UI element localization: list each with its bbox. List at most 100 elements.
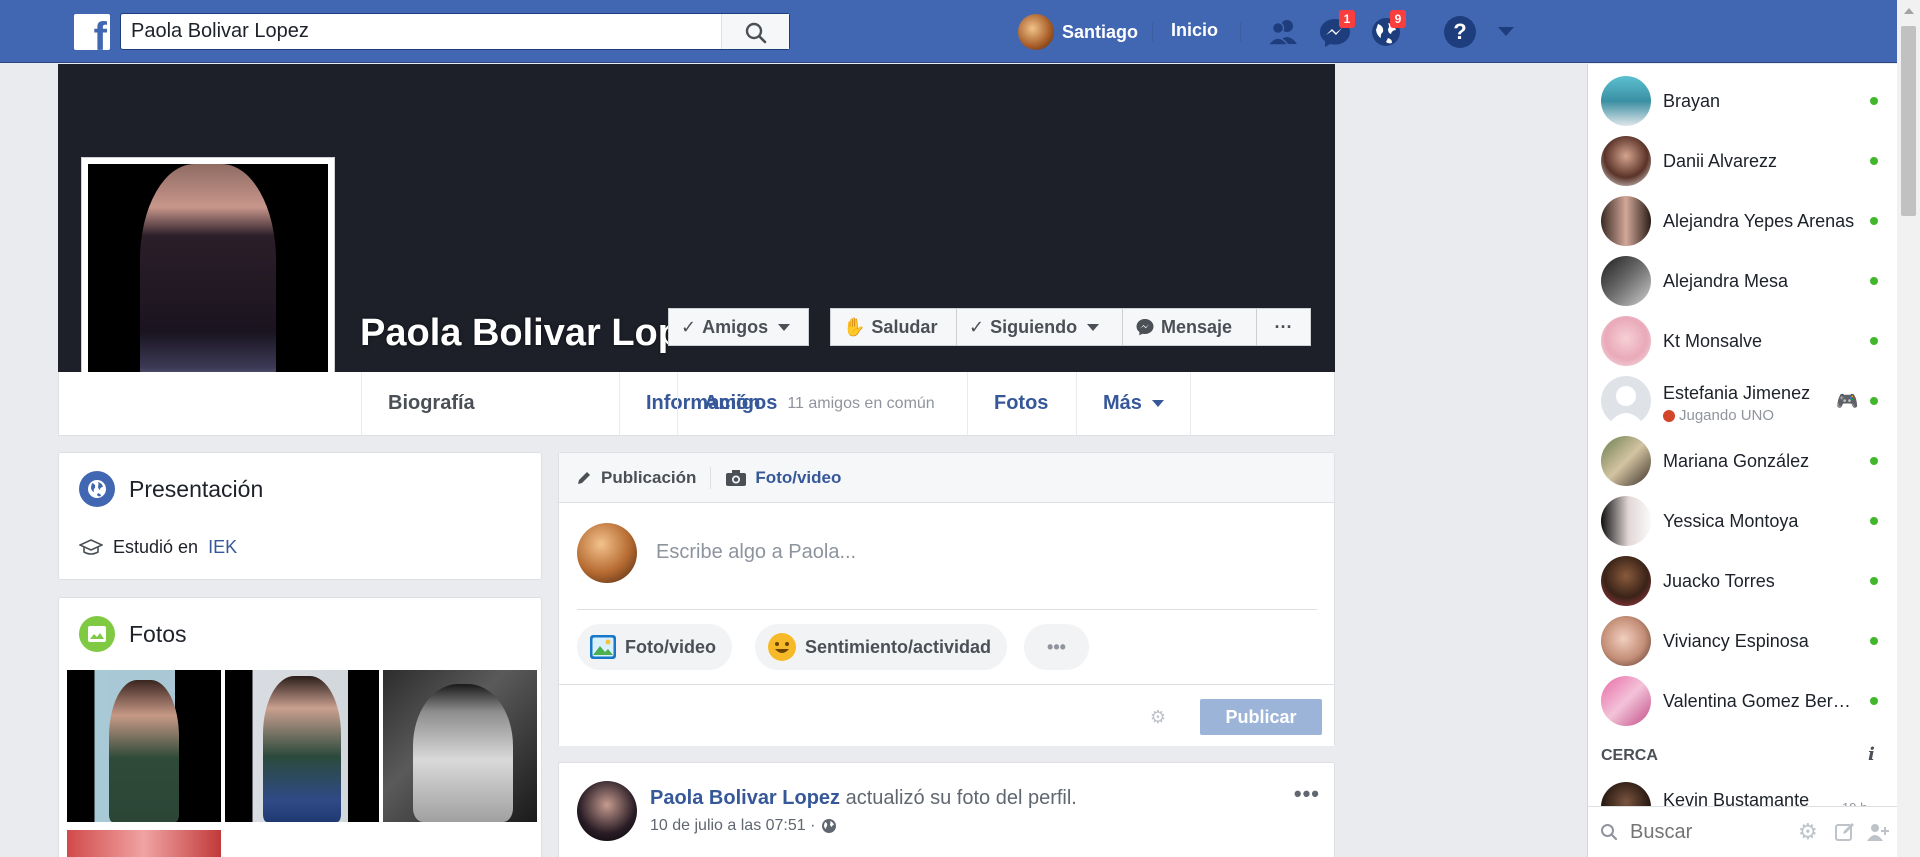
tab-biography[interactable]: Biografía bbox=[361, 372, 501, 435]
check-icon: ✓ bbox=[681, 316, 697, 337]
avatar bbox=[1601, 436, 1651, 486]
contact-status-text: Jugando UNO bbox=[1679, 407, 1775, 424]
search-button[interactable] bbox=[721, 14, 789, 49]
home-link[interactable]: Inicio bbox=[1171, 20, 1218, 41]
chevron-down-icon bbox=[1087, 323, 1100, 331]
smiley-icon bbox=[768, 633, 796, 661]
following-button-label: Siguiendo bbox=[990, 316, 1078, 337]
publish-button[interactable]: Publicar bbox=[1200, 699, 1322, 735]
scrollbar-thumb[interactable] bbox=[1901, 26, 1916, 216]
post-timestamp[interactable]: 10 de julio a las 07:51 · bbox=[650, 817, 815, 835]
feeling-activity-label: Sentimiento/actividad bbox=[805, 636, 992, 657]
composer-footer: ⚙ Publicar bbox=[559, 684, 1334, 746]
more-options-button[interactable]: ••• bbox=[1024, 624, 1089, 670]
photo-thumbnail[interactable] bbox=[383, 670, 537, 822]
notifications-badge: 9 bbox=[1390, 10, 1406, 28]
feeling-activity-button[interactable]: Sentimiento/actividad bbox=[755, 624, 1008, 670]
message-button-label: Mensaje bbox=[1161, 316, 1233, 337]
photo-thumbnail[interactable] bbox=[225, 670, 379, 822]
help-icon[interactable]: ? bbox=[1444, 16, 1476, 48]
more-options-button[interactable]: ··· bbox=[1256, 308, 1311, 346]
create-group-icon[interactable] bbox=[1866, 821, 1890, 843]
online-status-icon bbox=[1870, 517, 1878, 525]
chat-contact[interactable]: Danii Alvarezz bbox=[1588, 131, 1898, 191]
facebook-logo-icon[interactable]: f bbox=[74, 14, 110, 50]
composer-input[interactable]: Escribe algo a Paola... bbox=[656, 541, 856, 564]
search-box bbox=[120, 13, 790, 50]
gamepad-icon: 🎮 bbox=[1836, 390, 1859, 411]
notifications-globe-icon[interactable]: 9 bbox=[1368, 10, 1406, 50]
contact-name: Brayan bbox=[1663, 90, 1721, 111]
chevron-down-icon bbox=[778, 323, 791, 331]
wave-button-label: Saludar bbox=[871, 316, 938, 337]
compose-icon[interactable] bbox=[1834, 821, 1856, 843]
composer-tab-photo-label: Foto/video bbox=[755, 467, 842, 487]
chat-contact[interactable]: Estefania Jimenez Jugando UNO 🎮 bbox=[1588, 371, 1898, 431]
chat-contact[interactable]: Viviancy Espinosa bbox=[1588, 611, 1898, 671]
composer-tabs: Publicación Foto/video bbox=[559, 453, 1334, 503]
composer-tab-post[interactable]: Publicación bbox=[575, 468, 696, 488]
public-globe-icon bbox=[822, 819, 837, 833]
tab-more[interactable]: Más bbox=[1076, 372, 1191, 435]
chat-contact[interactable]: Yessica Montoya bbox=[1588, 491, 1898, 551]
photo-video-button[interactable]: Foto/video bbox=[577, 624, 732, 670]
chat-contact[interactable]: Mariana González bbox=[1588, 431, 1898, 491]
profile-link[interactable]: Santiago bbox=[1018, 13, 1138, 51]
photo-thumbnail[interactable] bbox=[67, 830, 221, 857]
online-status-icon bbox=[1870, 337, 1878, 345]
gear-icon[interactable]: ⚙ bbox=[1150, 707, 1166, 728]
online-status-icon bbox=[1870, 637, 1878, 645]
post-options-button[interactable]: ••• bbox=[1294, 781, 1320, 807]
intro-title: Presentación bbox=[129, 475, 264, 502]
avatar bbox=[1601, 556, 1651, 606]
search-input[interactable] bbox=[131, 14, 721, 49]
scroll-up-arrow-icon[interactable] bbox=[1904, 8, 1914, 14]
avatar bbox=[1601, 256, 1651, 306]
post-author-link[interactable]: Paola Bolivar Lopez bbox=[650, 787, 840, 809]
wave-button[interactable]: ✋ Saludar bbox=[830, 308, 957, 346]
tab-friends[interactable]: Amigos 11 amigos en común bbox=[677, 372, 961, 435]
chat-contact[interactable]: Alejandra Mesa bbox=[1588, 251, 1898, 311]
search-icon bbox=[1601, 824, 1618, 841]
more-options-label: ••• bbox=[1047, 636, 1066, 657]
composer-tab-post-label: Publicación bbox=[601, 467, 697, 487]
check-icon: ✓ bbox=[969, 316, 985, 337]
school-link[interactable]: IEK bbox=[208, 537, 237, 558]
avatar bbox=[1601, 376, 1651, 426]
account-menu-caret-icon[interactable] bbox=[1498, 27, 1514, 36]
messenger-icon bbox=[1136, 319, 1154, 336]
game-icon bbox=[1663, 409, 1675, 422]
tab-photos[interactable]: Fotos bbox=[967, 372, 1074, 435]
composer-tab-photo[interactable]: Foto/video bbox=[725, 468, 841, 488]
chat-contact[interactable]: Alejandra Yepes Arenas bbox=[1588, 191, 1898, 251]
friends-button[interactable]: ✓ Amigos bbox=[668, 308, 809, 346]
online-status-icon bbox=[1870, 577, 1878, 585]
messenger-icon[interactable]: 1 bbox=[1317, 10, 1355, 50]
gear-icon[interactable]: ⚙ bbox=[1798, 819, 1818, 845]
contact-name: Mariana González bbox=[1663, 450, 1810, 471]
tab-label: Más bbox=[1103, 392, 1142, 414]
avatar bbox=[1601, 616, 1651, 666]
chat-contact[interactable]: Valentina Gomez Bermudez bbox=[1588, 671, 1898, 731]
profile-tabs: Biografía Información Amigos 11 amigos e… bbox=[58, 372, 1335, 436]
wave-hand-icon: ✋ bbox=[843, 316, 866, 337]
post-action-text: actualizó su foto del perfil. bbox=[845, 787, 1077, 809]
photo-video-label: Foto/video bbox=[625, 636, 716, 657]
page-scrollbar[interactable] bbox=[1897, 0, 1920, 857]
chat-search-input[interactable] bbox=[1630, 817, 1780, 847]
message-button[interactable]: Mensaje bbox=[1122, 308, 1257, 346]
education-item: Estudió en IEK bbox=[79, 537, 237, 558]
online-status-icon bbox=[1870, 397, 1878, 405]
contact-name: Valentina Gomez Bermudez bbox=[1663, 690, 1863, 711]
following-button[interactable]: ✓ Siguiendo bbox=[956, 308, 1123, 346]
chat-contact[interactable]: Brayan bbox=[1588, 71, 1898, 131]
info-icon[interactable]: i bbox=[1868, 744, 1875, 765]
friend-requests-icon[interactable] bbox=[1265, 14, 1301, 50]
profile-name[interactable]: Paola Bolivar Lopez bbox=[360, 312, 670, 355]
avatar[interactable] bbox=[577, 781, 637, 841]
contact-name: Danii Alvarezz bbox=[1663, 150, 1778, 171]
timeline-post: Paola Bolivar Lopez actualizó su foto de… bbox=[558, 762, 1335, 857]
chat-contact[interactable]: Juacko Torres bbox=[1588, 551, 1898, 611]
photo-thumbnail[interactable] bbox=[67, 670, 221, 822]
chat-contact[interactable]: Kt Monsalve bbox=[1588, 311, 1898, 371]
